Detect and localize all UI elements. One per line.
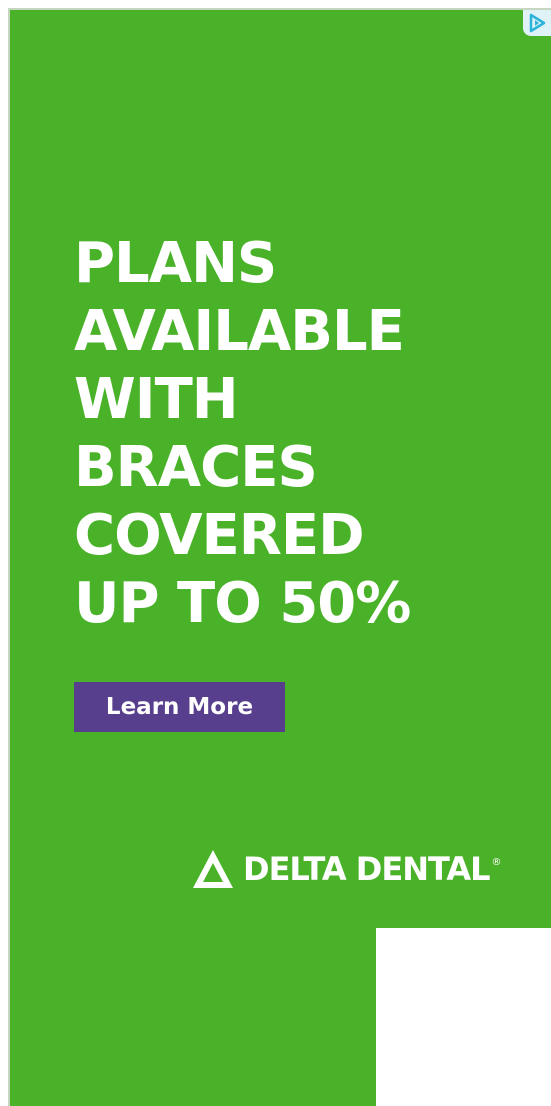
headline-line-6: UP TO 50%	[74, 571, 411, 636]
blank-area	[376, 928, 551, 1106]
ad-choices-icon	[529, 13, 546, 33]
headline: PLANS AVAILABLE WITH BRACES COVERED UP T…	[74, 230, 494, 638]
registered-mark: ®	[491, 857, 502, 868]
learn-more-button[interactable]: Learn More	[74, 682, 285, 732]
headline-line-2: AVAILABLE	[74, 299, 405, 364]
headline-line-5: COVERED	[74, 503, 365, 568]
page: PLANS AVAILABLE WITH BRACES COVERED UP T…	[0, 0, 551, 1106]
ad-choices-button[interactable]	[523, 10, 551, 36]
delta-dental-logo: DELTA DENTAL ®	[191, 848, 501, 890]
brand-wordmark: DELTA DENTAL	[243, 850, 490, 888]
headline-line-4: BRACES	[74, 435, 318, 500]
headline-line-1: PLANS	[74, 231, 277, 296]
delta-triangle-icon	[193, 850, 233, 888]
headline-line-3: WITH	[74, 367, 239, 432]
